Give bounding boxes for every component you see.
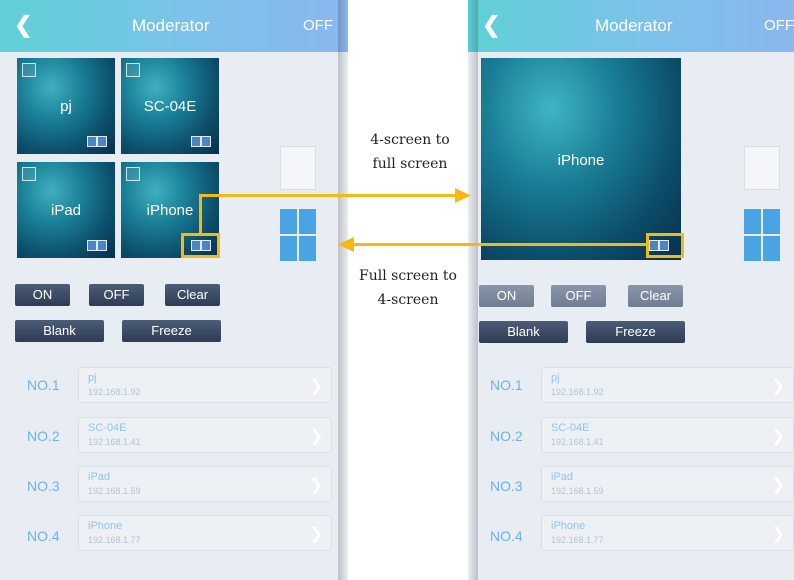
nav-bar: ❮ Moderator OFF bbox=[468, 0, 794, 52]
split-screen-icon[interactable] bbox=[87, 240, 107, 251]
clear-button[interactable]: Clear bbox=[628, 285, 683, 307]
device-number: NO.3 bbox=[27, 478, 60, 494]
single-layout-icon[interactable] bbox=[280, 146, 316, 190]
chevron-right-icon: ❯ bbox=[771, 477, 785, 494]
on-button[interactable]: ON bbox=[15, 284, 70, 306]
device-name: iPhone bbox=[551, 520, 586, 532]
device-name: SC-04E bbox=[88, 422, 127, 434]
device-row-4[interactable]: iPhone 192.168.1.77 ❯ bbox=[541, 515, 794, 551]
freeze-button[interactable]: Freeze bbox=[122, 320, 221, 342]
device-name: iPad bbox=[551, 471, 574, 483]
highlight-box-left bbox=[181, 233, 220, 258]
tile-label: iPad bbox=[50, 202, 82, 219]
arrow-head-right-icon bbox=[455, 188, 471, 203]
device-number: NO.2 bbox=[490, 428, 523, 444]
blank-button[interactable]: Blank bbox=[15, 320, 104, 342]
page-title: Moderator bbox=[595, 16, 673, 35]
caption-line: full screen bbox=[372, 156, 448, 172]
back-chevron-icon[interactable]: ❮ bbox=[482, 12, 500, 38]
phone-edge-shadow bbox=[338, 0, 348, 580]
clear-button[interactable]: Clear bbox=[165, 284, 220, 306]
device-ip: 192.168.1.41 bbox=[88, 437, 141, 447]
split-screen-icon[interactable] bbox=[191, 136, 211, 147]
device-ip: 192.168.1.59 bbox=[551, 486, 604, 496]
device-row-2[interactable]: SC-04E 192.168.1.41 ❯ bbox=[541, 417, 794, 453]
arrow-line bbox=[199, 194, 202, 234]
device-ip: 192.168.1.59 bbox=[88, 486, 141, 496]
device-ip: 192.168.1.77 bbox=[551, 535, 604, 545]
tile-checkbox[interactable] bbox=[126, 63, 140, 77]
chevron-right-icon: ❯ bbox=[771, 378, 785, 395]
screen-tile-2[interactable]: SC-04E bbox=[121, 58, 219, 154]
phone-edge-shadow bbox=[468, 0, 478, 580]
screen-tile-3[interactable]: iPad bbox=[17, 162, 115, 258]
device-name: iPad bbox=[88, 471, 111, 483]
off-toggle[interactable]: OFF bbox=[303, 17, 333, 34]
chevron-right-icon: ❯ bbox=[771, 428, 785, 445]
device-row-1[interactable]: pj 192.168.1.92 ❯ bbox=[541, 367, 794, 403]
page-title: Moderator bbox=[132, 16, 210, 35]
tile-checkbox[interactable] bbox=[126, 167, 140, 181]
highlight-box-right bbox=[646, 233, 684, 258]
device-number: NO.1 bbox=[27, 377, 60, 393]
device-name: SC-04E bbox=[551, 422, 590, 434]
off-toggle[interactable]: OFF bbox=[764, 17, 794, 34]
chevron-right-icon: ❯ bbox=[309, 477, 323, 494]
on-button[interactable]: ON bbox=[479, 285, 534, 307]
split-screen-icon[interactable] bbox=[87, 136, 107, 147]
device-row-3[interactable]: iPad 192.168.1.59 ❯ bbox=[78, 466, 332, 502]
device-row-3[interactable]: iPad 192.168.1.59 ❯ bbox=[541, 466, 794, 502]
device-ip: 192.168.1.92 bbox=[551, 387, 604, 397]
arrow-line bbox=[199, 194, 459, 197]
off-button[interactable]: OFF bbox=[551, 285, 606, 307]
chevron-right-icon: ❯ bbox=[771, 526, 785, 543]
caption-4screen-to-full: 4-screen to full screen bbox=[354, 128, 466, 176]
blank-button[interactable]: Blank bbox=[479, 321, 568, 343]
device-ip: 192.168.1.92 bbox=[88, 387, 141, 397]
arrow-line bbox=[352, 243, 646, 246]
device-number: NO.4 bbox=[27, 528, 60, 544]
device-row-2[interactable]: SC-04E 192.168.1.41 ❯ bbox=[78, 417, 332, 453]
tile-checkbox[interactable] bbox=[22, 167, 36, 181]
device-ip: 192.168.1.41 bbox=[551, 437, 604, 447]
off-button[interactable]: OFF bbox=[89, 284, 144, 306]
chevron-right-icon: ❯ bbox=[309, 378, 323, 395]
device-ip: 192.168.1.77 bbox=[88, 535, 141, 545]
device-name: pj bbox=[88, 372, 97, 384]
device-number: NO.2 bbox=[27, 428, 60, 444]
caption-line: 4-screen to bbox=[370, 132, 450, 148]
device-name: pj bbox=[551, 372, 560, 384]
device-name: iPhone bbox=[88, 520, 123, 532]
caption-full-to-4screen: Full screen to 4-screen bbox=[352, 264, 464, 312]
device-row-1[interactable]: pj 192.168.1.92 ❯ bbox=[78, 367, 332, 403]
tile-label: iPhone bbox=[557, 152, 605, 169]
back-chevron-icon[interactable]: ❮ bbox=[14, 12, 32, 38]
tile-checkbox[interactable] bbox=[22, 63, 36, 77]
caption-line: Full screen to bbox=[359, 268, 457, 284]
tile-label: iPhone bbox=[146, 202, 194, 219]
chevron-right-icon: ❯ bbox=[309, 428, 323, 445]
device-row-4[interactable]: iPhone 192.168.1.77 ❯ bbox=[78, 515, 332, 551]
tile-label: SC-04E bbox=[143, 98, 197, 115]
freeze-button[interactable]: Freeze bbox=[586, 321, 685, 343]
left-phone-screen: ❮ Moderator OFF pj SC-04E iPad iPhone ON… bbox=[0, 0, 348, 580]
nav-bar: ❮ Moderator OFF bbox=[0, 0, 348, 52]
device-number: NO.1 bbox=[490, 377, 523, 393]
screen-tile-1[interactable]: pj bbox=[17, 58, 115, 154]
device-number: NO.3 bbox=[490, 478, 523, 494]
quad-layout-icon[interactable] bbox=[744, 209, 780, 261]
arrow-head-left-icon bbox=[338, 237, 354, 252]
quad-layout-icon[interactable] bbox=[280, 209, 316, 261]
caption-line: 4-screen bbox=[377, 292, 439, 308]
device-number: NO.4 bbox=[490, 528, 523, 544]
chevron-right-icon: ❯ bbox=[309, 526, 323, 543]
tile-label: pj bbox=[60, 98, 72, 115]
full-screen-tile[interactable]: iPhone bbox=[481, 58, 681, 260]
single-layout-icon[interactable] bbox=[744, 146, 780, 190]
